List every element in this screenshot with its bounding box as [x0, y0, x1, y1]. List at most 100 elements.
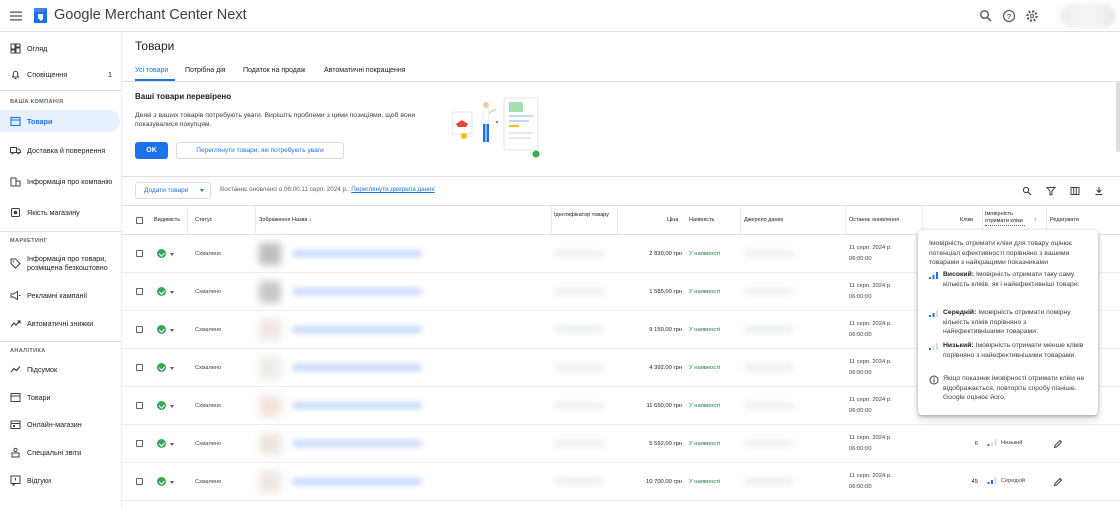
- visibility-dropdown[interactable]: [170, 329, 174, 332]
- sidebar-item-store-quality[interactable]: Якість магазину: [0, 205, 120, 219]
- sidebar-item-campaigns[interactable]: Рекламні кампанії: [0, 288, 120, 302]
- availability-text: У наявності: [689, 441, 721, 447]
- column-header-data-source[interactable]: Джерело даних: [744, 217, 783, 224]
- click-probability-tooltip: Імовірність отримати кліки для товару оц…: [918, 230, 1098, 415]
- sidebar-item-products-analytics[interactable]: Товари: [0, 390, 120, 404]
- sidebar-item-products[interactable]: Товари: [0, 110, 120, 132]
- column-header-price[interactable]: Ціна: [667, 217, 678, 224]
- row-checkbox[interactable]: [136, 402, 143, 409]
- row-checkbox[interactable]: [136, 364, 143, 371]
- product-image[interactable]: [259, 357, 281, 379]
- menu-icon[interactable]: [8, 8, 24, 24]
- view-data-sources-link[interactable]: Переглянути джерела даних: [351, 186, 434, 193]
- sidebar-item-label: Товари: [27, 116, 53, 126]
- page-title: Товари: [135, 39, 175, 53]
- product-image[interactable]: [259, 395, 281, 417]
- sidebar-item-auto-discounts[interactable]: Автоматичні знижки: [0, 316, 120, 330]
- product-image[interactable]: [259, 433, 281, 455]
- columns-icon[interactable]: [1070, 186, 1080, 196]
- gear-icon[interactable]: [1024, 8, 1040, 24]
- visible-check-icon: [157, 401, 166, 410]
- account-switcher[interactable]: [1060, 4, 1116, 28]
- status-text: Схвалено: [195, 327, 222, 333]
- sidebar-item-label: Якість магазину: [27, 207, 80, 217]
- last-update-date: 11 серп. 2024 р.: [849, 435, 892, 441]
- product-image[interactable]: [259, 471, 281, 493]
- add-products-button[interactable]: Додати товари: [135, 182, 211, 199]
- visibility-dropdown[interactable]: [170, 443, 174, 446]
- sidebar-item-online-store[interactable]: Онлайн-магазин: [0, 417, 120, 431]
- product-image[interactable]: [259, 281, 281, 303]
- column-header-availability[interactable]: Наявність: [689, 217, 714, 224]
- last-update-date: 11 серп. 2024 р.: [849, 397, 892, 403]
- top-bar: Google Merchant Center Next ?: [0, 0, 1120, 32]
- bars-medium-icon: [987, 477, 997, 484]
- table-row[interactable]: Схвалено 5 592,00 грн У наявності 11 серп. …: [122, 425, 1120, 463]
- sort-arrow-icon[interactable]: ↑: [1034, 217, 1037, 224]
- table-row[interactable]: Схвалено 10 700,00 грн У наявності 11 серп.…: [122, 463, 1120, 501]
- scrollbar[interactable]: [1116, 82, 1120, 152]
- availability-text: У наявності: [689, 479, 721, 485]
- view-products-needing-attention-button[interactable]: Переглянути товари, які потребують уваги: [176, 142, 344, 159]
- column-header-status[interactable]: Статус: [195, 217, 212, 224]
- column-header-product-id[interactable]: Ідентифікатор товару: [554, 212, 609, 219]
- bell-icon: [11, 70, 20, 79]
- sidebar-item-summary[interactable]: Підсумок: [0, 362, 120, 376]
- product-name-link[interactable]: [292, 250, 422, 257]
- notification-count: 1: [108, 69, 112, 79]
- select-all-checkbox[interactable]: [136, 217, 143, 224]
- visibility-dropdown[interactable]: [170, 481, 174, 484]
- divider: [0, 341, 121, 342]
- tooltip-note: Якщо показник імовірності отримати кліки…: [943, 375, 1085, 401]
- tab-sales-tax[interactable]: Податок на продаж: [243, 67, 305, 74]
- row-checkbox[interactable]: [136, 478, 143, 485]
- product-name-link[interactable]: [292, 478, 422, 485]
- visibility-dropdown[interactable]: [170, 253, 174, 256]
- tab-auto-improvements[interactable]: Автоматичні покращення: [324, 67, 406, 74]
- sidebar-item-custom-reports[interactable]: Спеціальні звіти: [0, 445, 120, 459]
- visibility-dropdown[interactable]: [170, 405, 174, 408]
- download-icon[interactable]: [1094, 186, 1104, 196]
- bars-low-icon: [929, 343, 938, 350]
- sidebar-item-notifications[interactable]: Сповіщення 1: [0, 67, 120, 81]
- row-checkbox[interactable]: [136, 288, 143, 295]
- product-name-link[interactable]: [292, 364, 422, 371]
- tooltip-low-label: Низький:: [943, 342, 974, 349]
- last-update-text: 11 серп. 2024 р. 06:00:00: [849, 281, 892, 303]
- product-name-link[interactable]: [292, 326, 422, 333]
- visibility-dropdown[interactable]: [170, 367, 174, 370]
- edit-pencil-icon[interactable]: [1053, 477, 1063, 487]
- row-checkbox[interactable]: [136, 440, 143, 447]
- edit-pencil-icon[interactable]: [1053, 439, 1063, 449]
- status-text: Схвалено: [195, 403, 222, 409]
- product-name-link[interactable]: [292, 402, 422, 409]
- column-header-visibility[interactable]: Видимість: [154, 217, 180, 224]
- search-icon[interactable]: [1022, 186, 1032, 196]
- row-checkbox[interactable]: [136, 250, 143, 257]
- product-image[interactable]: [259, 243, 281, 265]
- visible-check-icon: [157, 363, 166, 372]
- column-header-click-probability[interactable]: Імовірність отримати кліки: [985, 211, 1025, 226]
- sidebar-item-free-listings[interactable]: Інформація про товари, розміщена безкошт…: [0, 252, 120, 274]
- product-image[interactable]: [259, 319, 281, 341]
- sidebar-item-shipping[interactable]: Доставка й повернення: [0, 143, 120, 157]
- sidebar-item-label: Інформація про компанію: [27, 176, 113, 186]
- filter-icon[interactable]: [1046, 186, 1056, 196]
- help-icon[interactable]: ?: [1001, 8, 1017, 24]
- search-icon[interactable]: [978, 8, 994, 24]
- column-header-name[interactable]: Назва ↓: [292, 217, 312, 224]
- tab-all-products[interactable]: Усі товари: [135, 67, 168, 74]
- sidebar-item-business-info[interactable]: Інформація про компанію: [0, 170, 120, 192]
- column-header-clicks[interactable]: Кліки: [960, 217, 973, 224]
- column-header-last-update[interactable]: Останнє оновлення: [849, 217, 899, 224]
- sidebar-item-overview[interactable]: Огляд: [0, 41, 120, 55]
- product-name-link[interactable]: [292, 288, 422, 295]
- row-checkbox[interactable]: [136, 326, 143, 333]
- product-name-link[interactable]: [292, 440, 422, 447]
- tab-action-needed[interactable]: Потрібна дія: [185, 67, 226, 74]
- visibility-dropdown[interactable]: [170, 291, 174, 294]
- products-review-illustration: [452, 97, 540, 158]
- sidebar-item-feedback[interactable]: Відгуки: [0, 473, 120, 487]
- last-update-time: 06:00:00: [849, 370, 872, 376]
- ok-button[interactable]: OK: [135, 142, 168, 159]
